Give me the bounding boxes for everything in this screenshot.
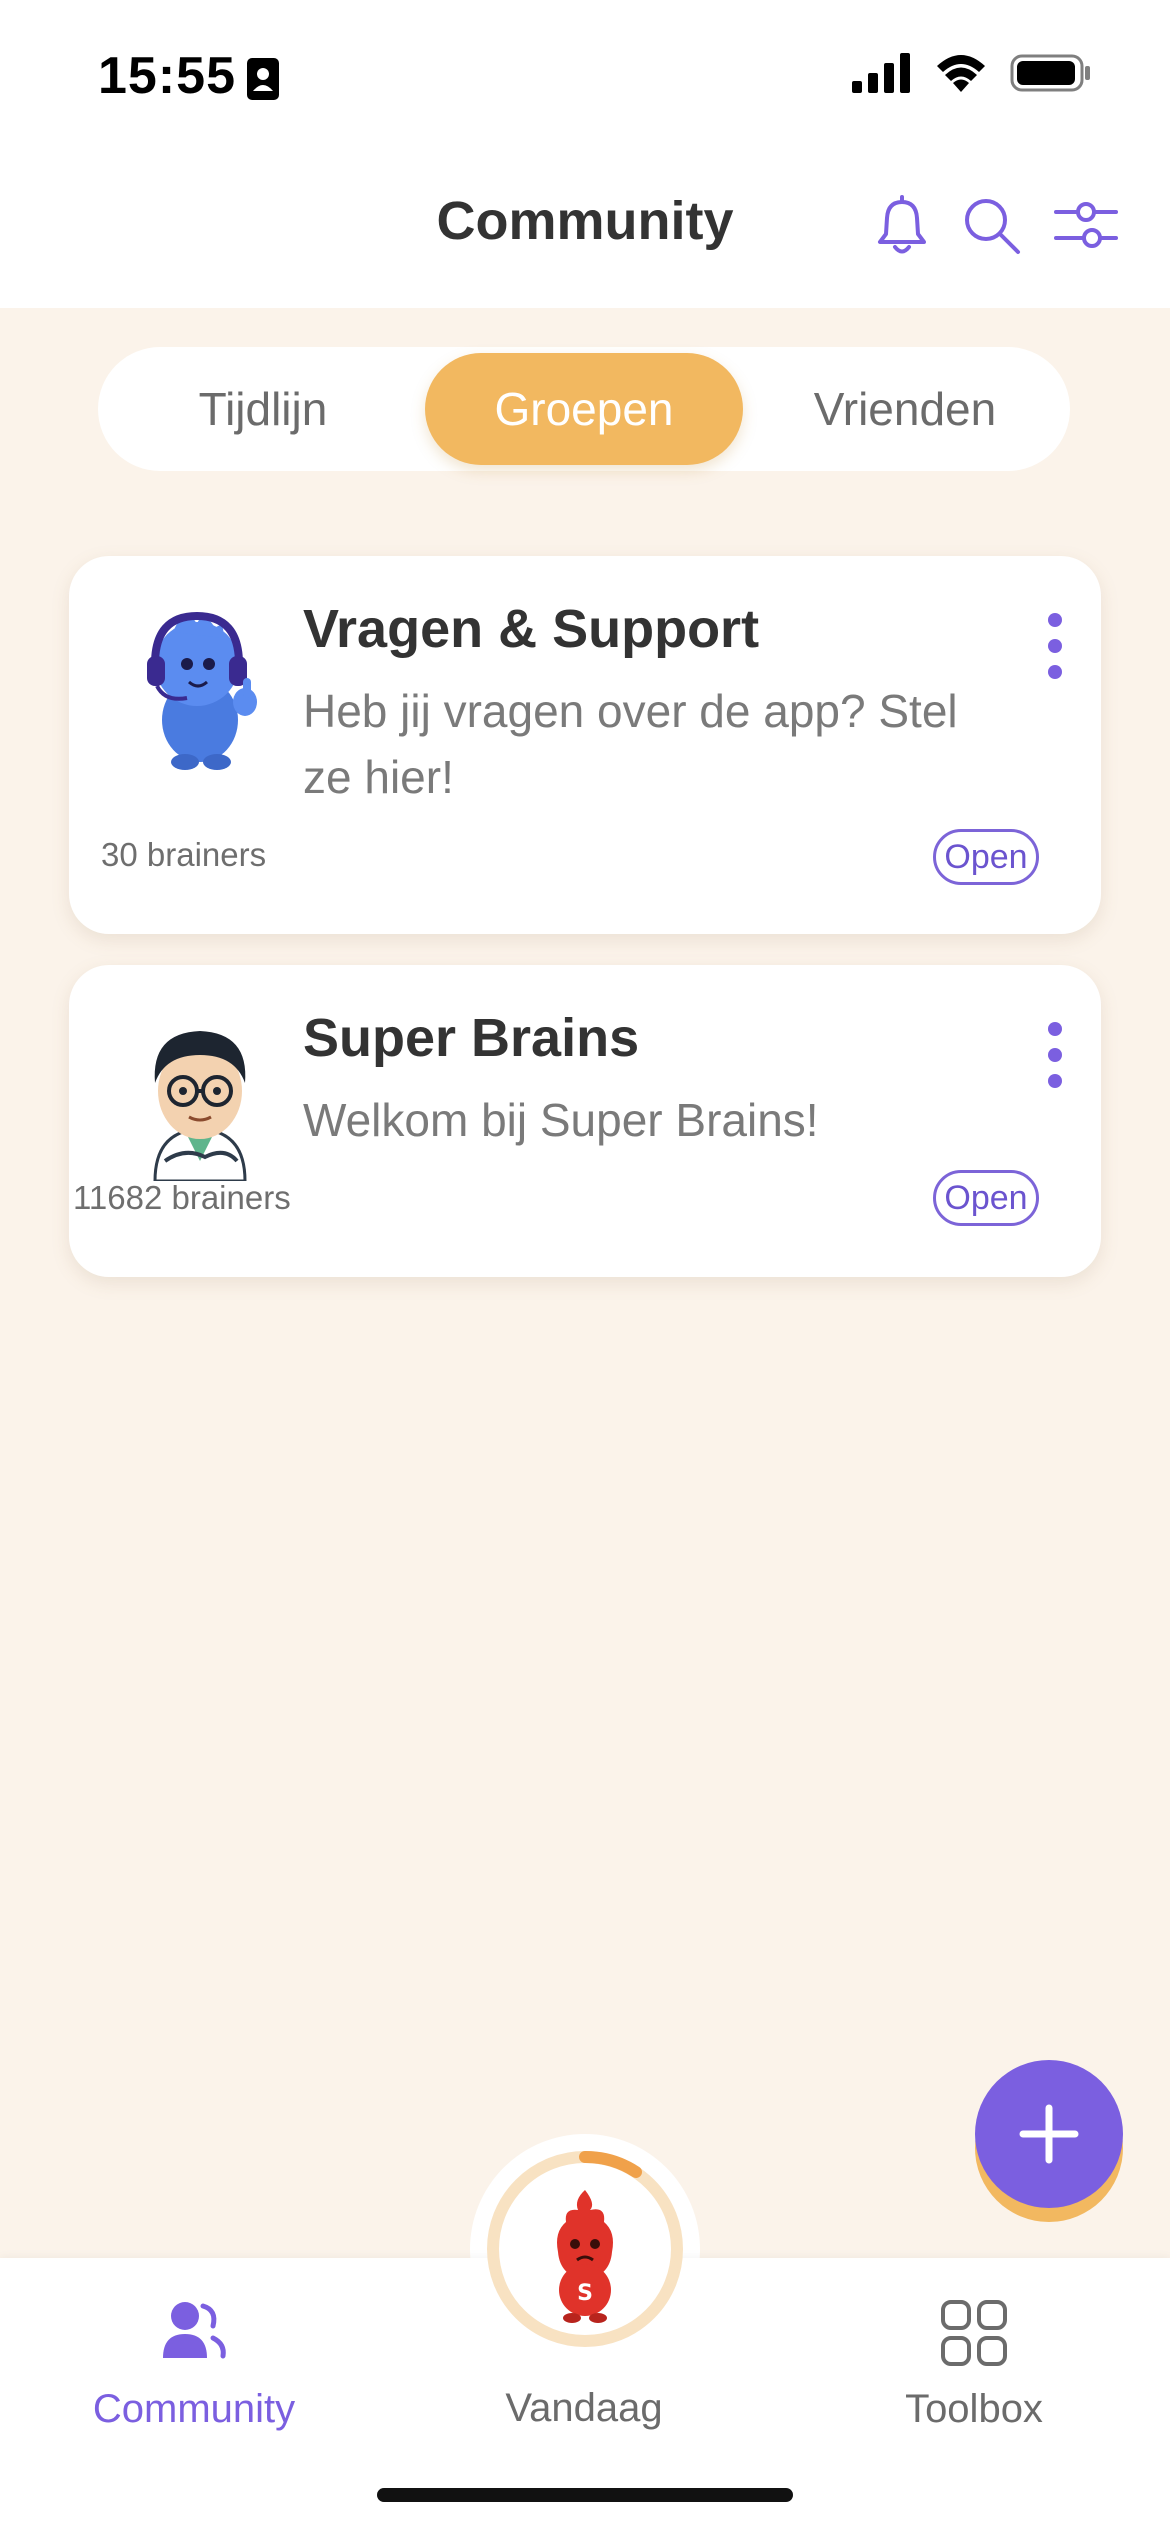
tab-vrienden[interactable]: Vrienden: [746, 353, 1064, 465]
battery-icon: [1010, 54, 1090, 92]
tab-community[interactable]: Community: [44, 2298, 344, 2432]
home-indicator: [377, 2488, 793, 2502]
tab-label: Vandaag: [505, 2386, 663, 2430]
group-description: Welkom bij Super Brains!: [303, 1094, 819, 1146]
group-card[interactable]: Super Brains Welkom bij Super Brains! 11…: [69, 965, 1101, 1277]
plus-icon: [1019, 2104, 1079, 2164]
open-button[interactable]: Open: [933, 829, 1039, 885]
svg-text:S: S: [577, 2281, 593, 2306]
bell-icon[interactable]: [870, 194, 934, 258]
filter-icon[interactable]: [1054, 194, 1118, 258]
status-time: 15:55: [98, 47, 236, 105]
group-title: Vragen & Support: [303, 599, 760, 659]
community-icon: [163, 2302, 226, 2359]
member-count: 30 brainers: [101, 836, 267, 873]
group-description: Heb jij vragen over de app? Stel ze hier…: [303, 685, 958, 803]
add-button[interactable]: [975, 2060, 1123, 2208]
cellular-signal-icon: [852, 53, 910, 93]
super-brains-avatar: [153, 1031, 247, 1181]
support-mascot-avatar: [147, 611, 257, 770]
status-bar: 15:55: [0, 0, 1170, 150]
tab-toolbox[interactable]: Toolbox: [824, 2298, 1124, 2432]
wifi-icon: [937, 55, 985, 92]
group-card[interactable]: Vragen & Support Heb jij vragen over de …: [69, 556, 1101, 934]
tab-groepen[interactable]: Groepen: [425, 353, 743, 465]
segmented-control: Tijdlijn Groepen Vrienden: [98, 347, 1070, 471]
more-vertical-icon[interactable]: [1037, 1015, 1073, 1105]
tab-label: Community: [92, 2387, 296, 2431]
member-count: 11682 brainers: [73, 1179, 291, 1216]
search-icon[interactable]: [960, 194, 1024, 258]
more-vertical-icon[interactable]: [1037, 606, 1073, 696]
id-card-icon: [247, 58, 279, 100]
tab-tijdlijn[interactable]: Tijdlijn: [104, 353, 422, 465]
status-indicators: [852, 52, 1092, 94]
tab-label: Toolbox: [905, 2387, 1043, 2431]
tab-vandaag[interactable]: Vandaag: [434, 2372, 734, 2431]
group-title: Super Brains: [303, 1008, 640, 1068]
top-bar: Community: [0, 150, 1170, 308]
today-progress-button[interactable]: S: [484, 2148, 686, 2350]
toolbox-icon: [941, 2300, 1007, 2366]
open-button[interactable]: Open: [933, 1170, 1039, 1226]
